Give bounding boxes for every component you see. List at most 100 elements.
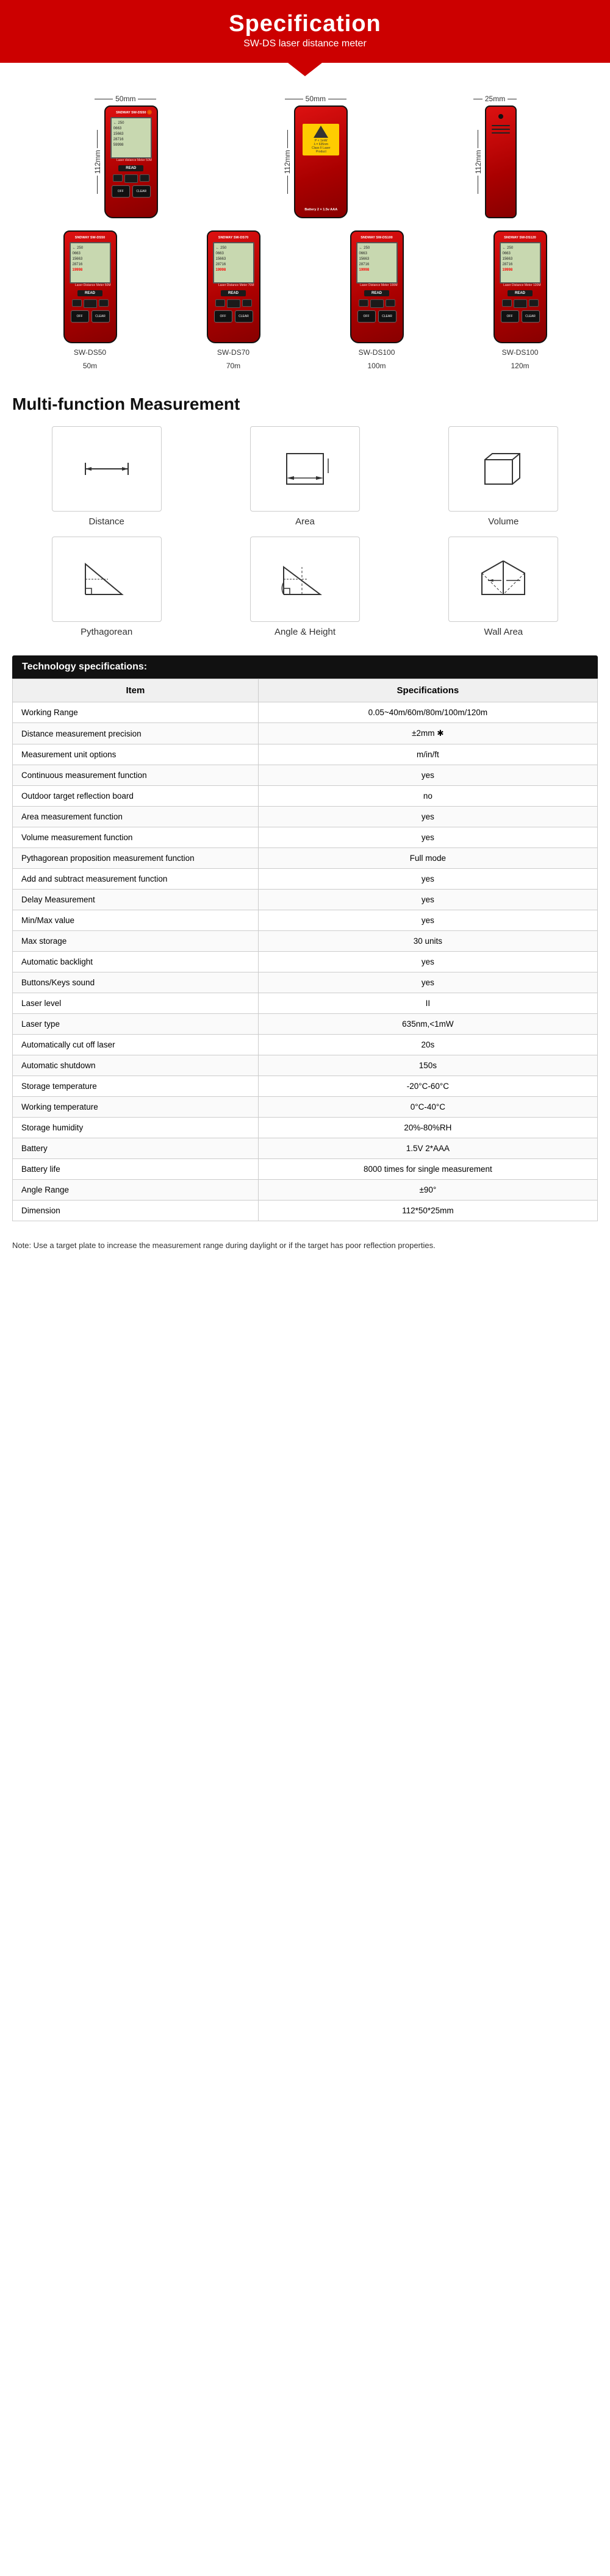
table-row: Buttons/Keys soundyes — [13, 972, 598, 993]
warning-triangle-icon — [314, 126, 328, 138]
table-row: Distance measurement precision±2mm ✱ — [13, 723, 598, 744]
table-row: Max storage30 units — [13, 931, 598, 952]
table-row: Working temperature0°C-40°C — [13, 1097, 598, 1118]
spec-item-17: Automatic shutdown — [13, 1055, 259, 1076]
device-btn-2 — [124, 174, 138, 183]
spec-value-8: yes — [258, 869, 597, 890]
spec-value-3: yes — [258, 765, 597, 786]
func-label-volume: Volume — [488, 516, 518, 527]
height-annotation-side: 112mm — [474, 130, 483, 194]
page-title: Specification — [6, 11, 604, 37]
func-icon-area — [250, 426, 360, 512]
spec-value-9: yes — [258, 890, 597, 910]
angle-height-svg-icon — [274, 555, 336, 604]
spec-item-23: Angle Range — [13, 1180, 259, 1201]
table-row: Working Range0.05~40m/60m/80m/100m/120m — [13, 702, 598, 723]
specs-table: Item Specifications Working Range0.05~40… — [12, 679, 598, 1221]
spec-value-18: -20°C-60°C — [258, 1076, 597, 1097]
func-item-volume: Volume — [409, 426, 598, 527]
spec-value-14: II — [258, 993, 597, 1014]
table-row: Continuous measurement functionyes — [13, 765, 598, 786]
spec-value-23: ±90° — [258, 1180, 597, 1201]
table-row: Volume measurement functionyes — [13, 827, 598, 848]
spec-item-0: Working Range — [13, 702, 259, 723]
multifunction-title: Multi-function Measurement — [12, 394, 598, 414]
wall-area-svg-icon — [473, 555, 534, 604]
spec-item-7: Pythagorean proposition measurement func… — [13, 848, 259, 869]
product-side-view: 25mm 112mm — [473, 95, 517, 218]
spec-item-2: Measurement unit options — [13, 744, 259, 765]
height-annotation-back: 112mm — [283, 130, 292, 194]
spec-value-19: 0°C-40°C — [258, 1097, 597, 1118]
header-section: Specification SW-DS laser distance meter — [0, 0, 610, 63]
spec-item-24: Dimension — [13, 1201, 259, 1221]
product-variant-sw-ds50: SNDWAY SW-DS50 ← 250 0663 15663 28716 19… — [63, 230, 117, 370]
variant-label-sw-ds100a: SW-DS100 — [359, 348, 395, 357]
side-lens-icon — [498, 114, 503, 119]
function-grid: Distance Area — [12, 426, 598, 637]
width-annotation-side: 25mm — [473, 95, 517, 103]
product-variant-sw-ds100: SNDWAY SW-DS100 ← 250 0663 15663 28716 1… — [350, 230, 404, 370]
spec-value-10: yes — [258, 910, 597, 931]
func-icon-wall-area — [448, 537, 558, 622]
laser-dot-icon — [147, 110, 152, 115]
volume-svg-icon — [473, 444, 534, 493]
spec-value-7: Full mode — [258, 848, 597, 869]
product-variants: SNDWAY SW-DS50 ← 250 0663 15663 28716 19… — [12, 218, 598, 370]
device-image-side — [485, 105, 517, 218]
spec-value-15: 635nm,<1mW — [258, 1014, 597, 1035]
off-btn: OFF — [112, 185, 130, 198]
table-row: Angle Range±90° — [13, 1180, 598, 1201]
width-annotation-front: 50mm — [95, 95, 156, 103]
spec-item-18: Storage temperature — [13, 1076, 259, 1097]
spec-item-3: Continuous measurement function — [13, 765, 259, 786]
func-item-wall-area: Wall Area — [409, 537, 598, 637]
btn-s3 — [99, 299, 109, 307]
table-row: Laser type635nm,<1mW — [13, 1014, 598, 1035]
variant-range-sw-ds50: 50m — [83, 362, 97, 370]
height-annotation-front: 112mm — [93, 130, 102, 194]
specs-header: Technology specifications: — [12, 655, 598, 679]
func-label-wall-area: Wall Area — [484, 627, 523, 637]
spec-item-22: Battery life — [13, 1159, 259, 1180]
table-row: Add and subtract measurement functionyes — [13, 869, 598, 890]
spec-value-17: 150s — [258, 1055, 597, 1076]
device-image-front: SNDWAY SW-DS50 ← 250 0663 15663 28716 59… — [104, 105, 158, 218]
header-subtitle: SW-DS laser distance meter — [6, 38, 604, 49]
spec-item-4: Outdoor target reflection board — [13, 786, 259, 807]
read-button-label: READ — [118, 165, 143, 171]
table-row: Delay Measurementyes — [13, 890, 598, 910]
variant-range-sw-ds100a: 100m — [367, 362, 386, 370]
product-variant-sw-ds120: SNDWAY SW-DS120 ← 250 0663 15663 28716 1… — [493, 230, 547, 370]
func-icon-angle-height — [250, 537, 360, 622]
device-art-sw-ds100: SNDWAY SW-DS100 ← 250 0663 15663 28716 1… — [350, 230, 404, 343]
width-annotation-back: 50mm — [285, 95, 346, 103]
laser-warning-label: P < 1mWλ = 635nmClass II LaserProduct — [303, 124, 339, 155]
func-item-area: Area — [210, 426, 399, 527]
table-row: Pythagorean proposition measurement func… — [13, 848, 598, 869]
device-screen: ← 250 0663 15663 28716 59998 — [110, 117, 152, 159]
table-row: Storage temperature-20°C-60°C — [13, 1076, 598, 1097]
spec-value-1: ±2mm ✱ — [258, 723, 597, 744]
table-row: Laser levelII — [13, 993, 598, 1014]
spec-item-5: Area measurement function — [13, 807, 259, 827]
table-row: Automatic shutdown150s — [13, 1055, 598, 1076]
spec-item-1: Distance measurement precision — [13, 723, 259, 744]
spec-item-16: Automatically cut off laser — [13, 1035, 259, 1055]
note-section: Note: Use a target plate to increase the… — [0, 1233, 610, 1264]
func-label-pythagorean: Pythagorean — [81, 627, 132, 637]
spec-item-13: Buttons/Keys sound — [13, 972, 259, 993]
specs-section: Technology specifications: Item Specific… — [0, 649, 610, 1233]
spec-item-12: Automatic backlight — [13, 952, 259, 972]
screen-sw-ds120: ← 250 0663 15663 28716 19998 — [500, 242, 541, 284]
func-label-distance: Distance — [88, 516, 124, 527]
spec-value-4: no — [258, 786, 597, 807]
func-item-pythagorean: Pythagorean — [12, 537, 201, 637]
spec-item-11: Max storage — [13, 931, 259, 952]
spec-item-20: Storage humidity — [13, 1118, 259, 1138]
chevron-down-icon — [288, 63, 322, 76]
pythagorean-svg-icon — [76, 555, 137, 604]
off-btn-s: OFF — [71, 310, 89, 323]
btn-s1 — [72, 299, 82, 307]
distance-svg-icon — [76, 444, 137, 493]
